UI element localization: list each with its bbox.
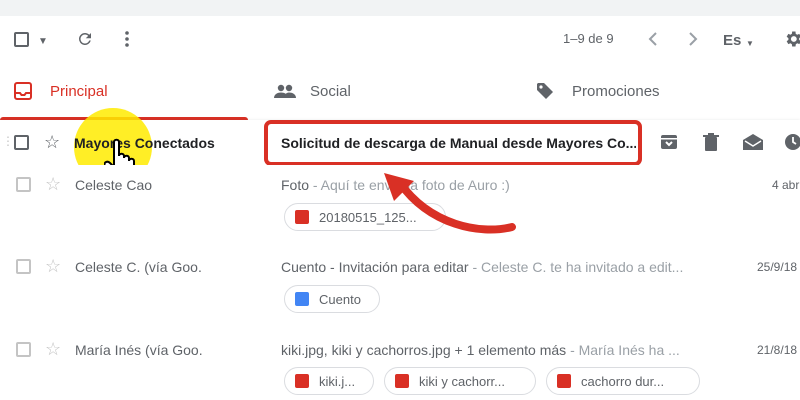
attachment-name: cachorro dur... (581, 374, 665, 389)
email-snippet: - Celeste C. te ha invitado a edit... (468, 259, 684, 275)
chevron-down-icon[interactable]: ▼ (38, 34, 48, 50)
delete-icon[interactable] (703, 133, 719, 156)
inbox-icon (14, 82, 32, 105)
language-selector[interactable]: Es (723, 32, 741, 49)
attachment-chip[interactable]: Cuento (284, 285, 380, 313)
chevron-right-icon[interactable] (688, 31, 698, 51)
gear-icon[interactable] (783, 29, 800, 53)
email-row[interactable]: ☆ Celeste C. (vía Goo. Cuento - Invitaci… (0, 245, 800, 325)
attachment-chip[interactable]: kiki y cachorr... (384, 367, 536, 395)
sender-name: Celeste Cao (75, 177, 153, 193)
row-checkbox[interactable] (14, 135, 29, 150)
star-icon[interactable]: ☆ (45, 257, 61, 275)
refresh-icon[interactable] (76, 30, 94, 52)
email-subject: Cuento - Invitación para editar (281, 259, 469, 275)
star-icon[interactable]: ☆ (44, 133, 60, 151)
image-icon (295, 210, 309, 224)
sender-name: Mayores Conectados (74, 135, 215, 151)
tab-label: Social (310, 83, 351, 100)
email-subject: kiki.jpg, kiki y cachorros.jpg + 1 eleme… (281, 342, 567, 358)
email-row[interactable]: ☆ María Inés (vía Goo. kiki.jpg, kiki y … (0, 325, 800, 400)
attachment-name: Cuento (319, 292, 361, 307)
doc-icon (295, 292, 309, 306)
mark-read-icon[interactable] (743, 134, 763, 155)
tab-social[interactable]: Social (260, 64, 520, 120)
snooze-icon[interactable] (784, 133, 800, 156)
star-icon[interactable]: ☆ (45, 340, 61, 358)
tab-label: Principal (50, 83, 108, 100)
email-snippet: - María Inés ha ... (566, 342, 680, 358)
image-icon (395, 374, 409, 388)
image-icon (295, 374, 309, 388)
row-checkbox[interactable] (16, 177, 31, 192)
email-date: 21/8/18 (757, 343, 798, 357)
more-vert-icon[interactable] (124, 30, 130, 52)
tab-promociones[interactable]: Promociones (522, 64, 800, 120)
sender-name: María Inés (vía Goo. (75, 342, 203, 358)
image-icon (557, 374, 571, 388)
language-dropdown-icon[interactable]: ▼ (746, 36, 754, 52)
attachment-chip[interactable]: kiki.j... (284, 367, 374, 395)
people-icon (274, 84, 296, 103)
page-count: 1–9 de 9 (563, 31, 614, 46)
email-subject-line: Cuento - Invitación para editar - Celest… (281, 259, 721, 275)
toolbar: ▼ 1–9 de 9 Es ▼ (0, 16, 800, 64)
row-checkbox[interactable] (16, 342, 31, 357)
email-subject: Foto (281, 177, 310, 193)
annotation-arrow (384, 173, 516, 234)
row-checkbox[interactable] (16, 259, 31, 274)
chevron-left-icon[interactable] (648, 31, 658, 51)
email-subject-line: kiki.jpg, kiki y cachorros.jpg + 1 eleme… (281, 342, 721, 358)
select-all-checkbox[interactable] (14, 32, 29, 47)
top-strip (0, 0, 800, 16)
email-date: 4 abr (772, 178, 800, 192)
attachment-chip[interactable]: cachorro dur... (546, 367, 700, 395)
tab-label: Promociones (572, 83, 660, 100)
star-icon[interactable]: ☆ (45, 175, 61, 193)
attachment-name: kiki.j... (319, 374, 356, 389)
tag-icon (536, 82, 554, 105)
attachment-name: kiki y cachorr... (419, 374, 505, 389)
email-date: 25/9/18 (757, 260, 798, 274)
subject-highlight-box (264, 120, 642, 166)
archive-icon[interactable] (660, 133, 678, 156)
sender-name: Celeste C. (vía Goo. (75, 259, 202, 275)
